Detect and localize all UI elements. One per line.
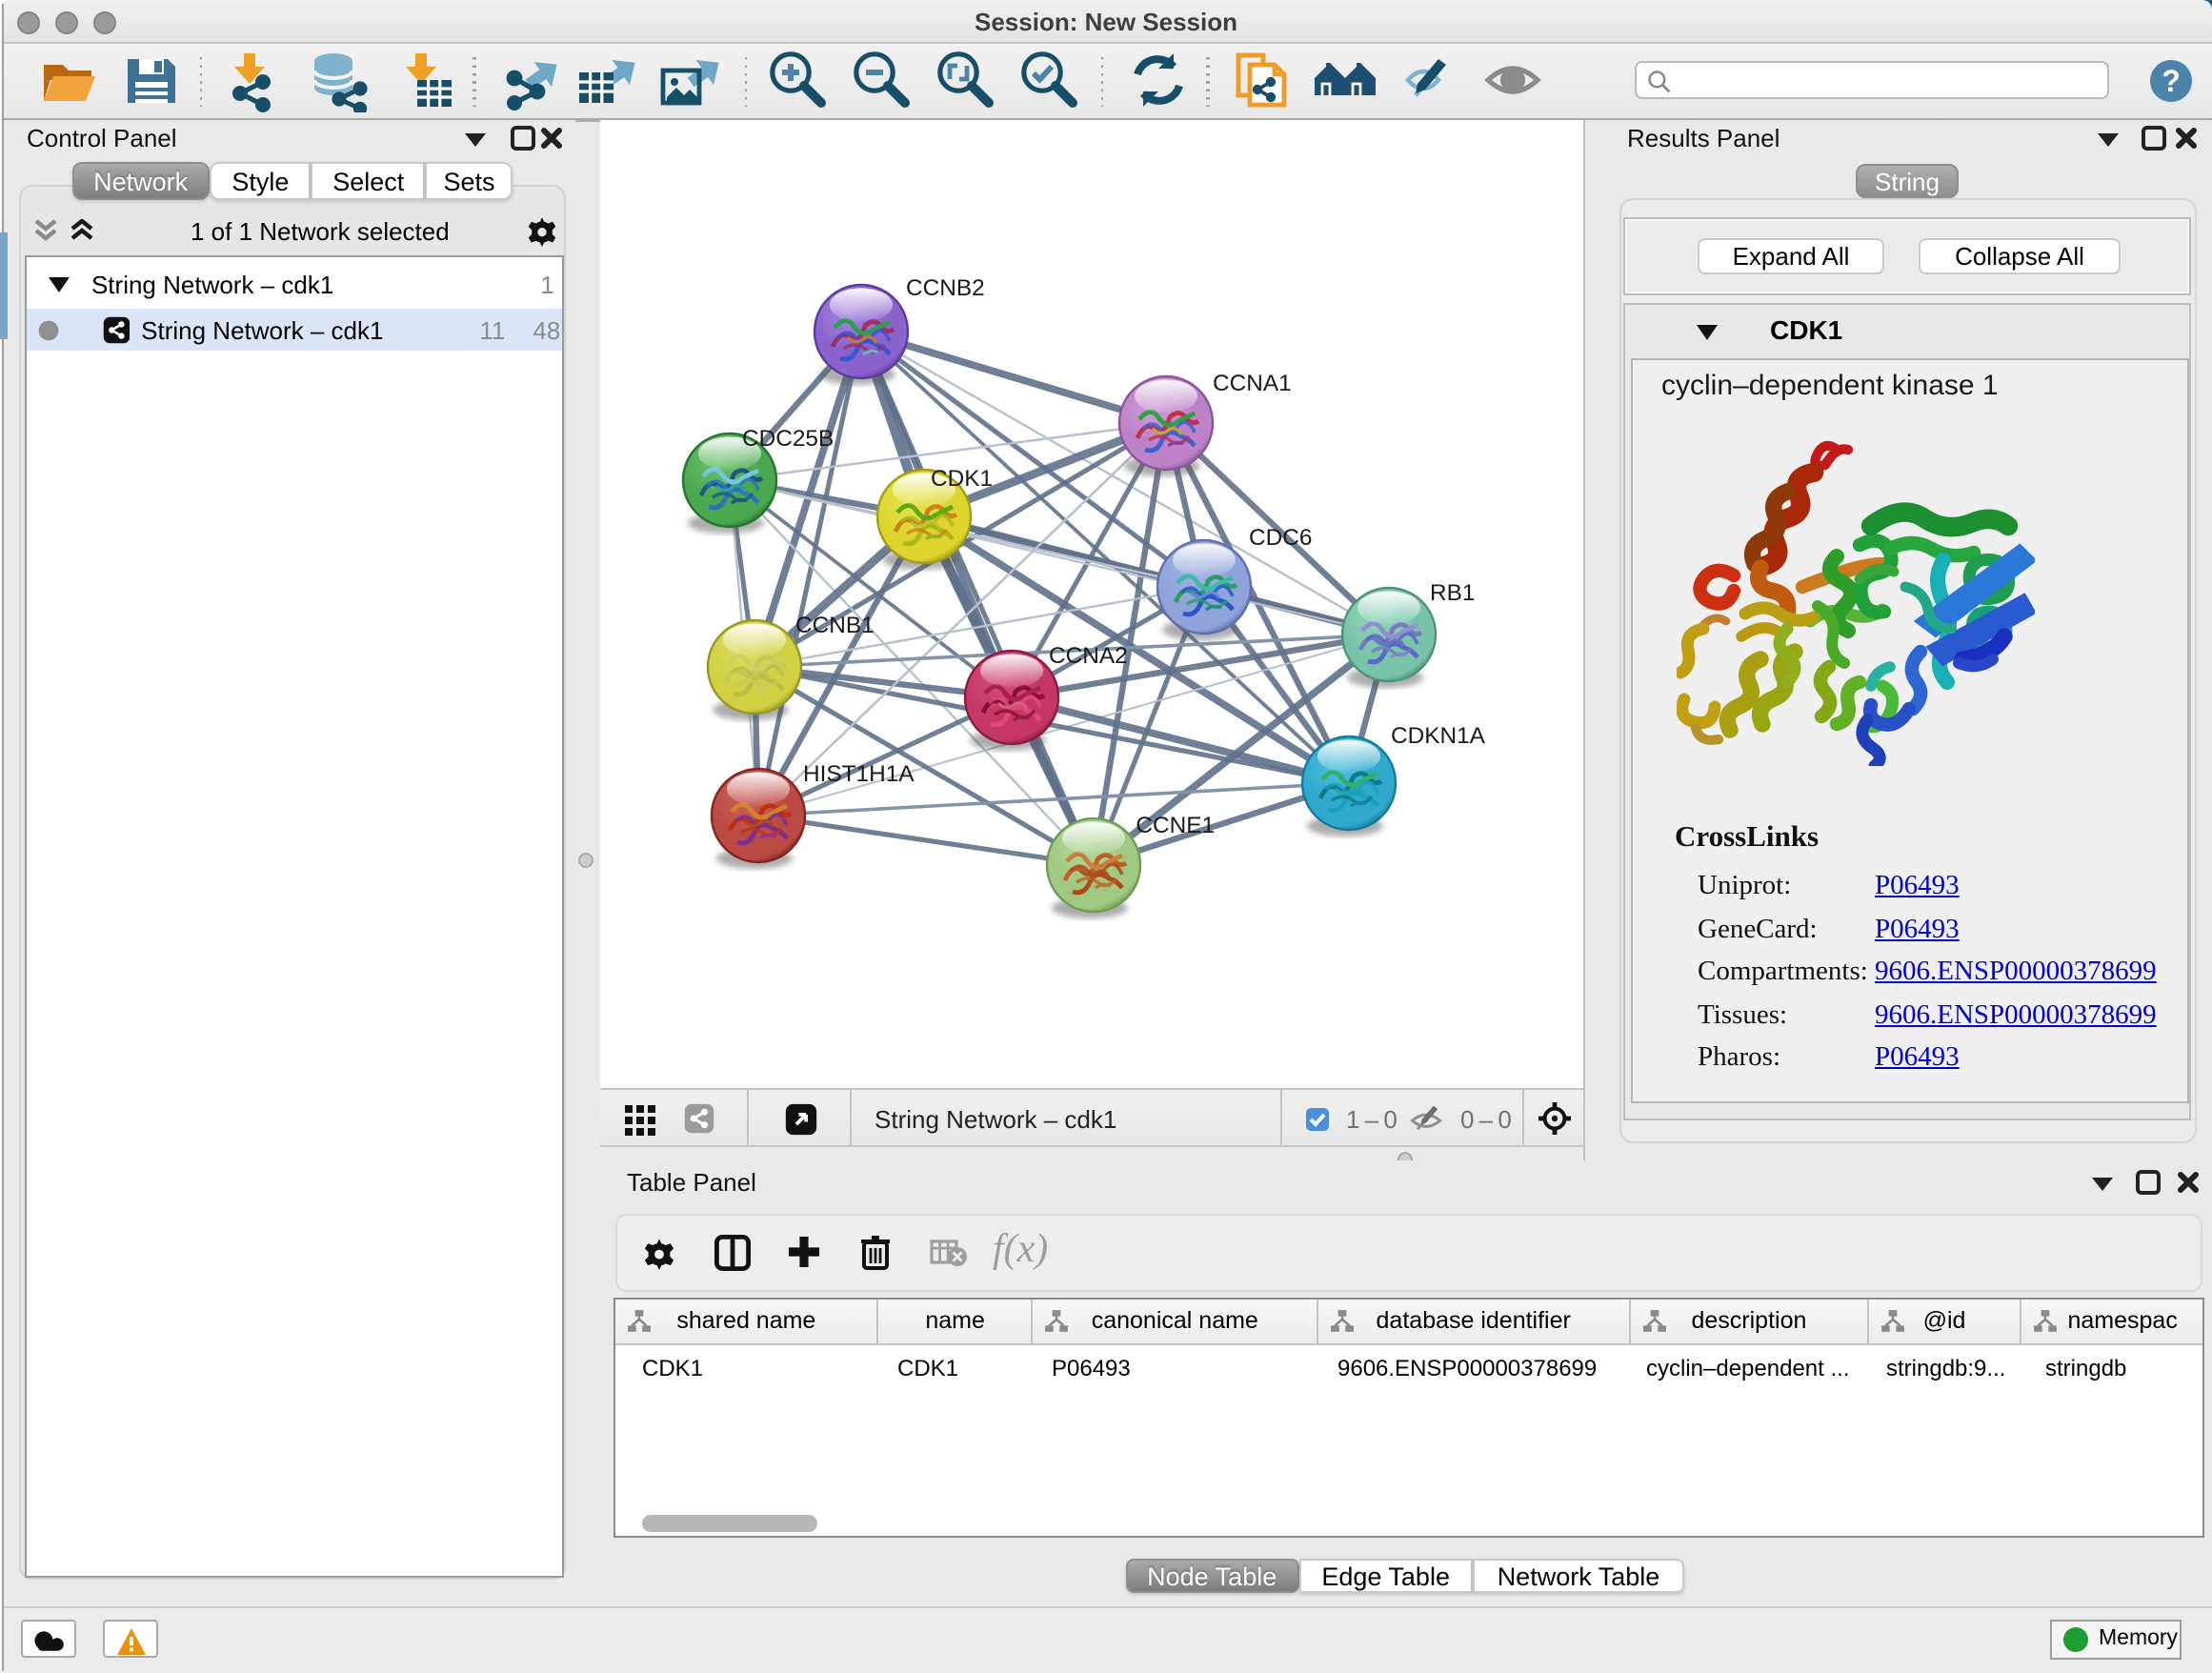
svg-text:CCNA2: CCNA2 — [1048, 643, 1127, 669]
svg-text:CDC6: CDC6 — [1248, 525, 1311, 551]
svg-text:CCNB2: CCNB2 — [905, 275, 984, 301]
svg-text:CDC25B: CDC25B — [741, 426, 833, 452]
svg-text:CDK1: CDK1 — [930, 466, 992, 492]
svg-text:?: ? — [2162, 64, 2181, 98]
svg-text:CCNA1: CCNA1 — [1212, 371, 1291, 396]
svg-text:CCNB1: CCNB1 — [794, 613, 874, 638]
svg-text:CCNE1: CCNE1 — [1135, 813, 1214, 838]
svg-text:HIST1H1A: HIST1H1A — [802, 761, 914, 787]
svg-text:CDKN1A: CDKN1A — [1390, 723, 1485, 749]
svg-text:RB1: RB1 — [1429, 580, 1474, 606]
